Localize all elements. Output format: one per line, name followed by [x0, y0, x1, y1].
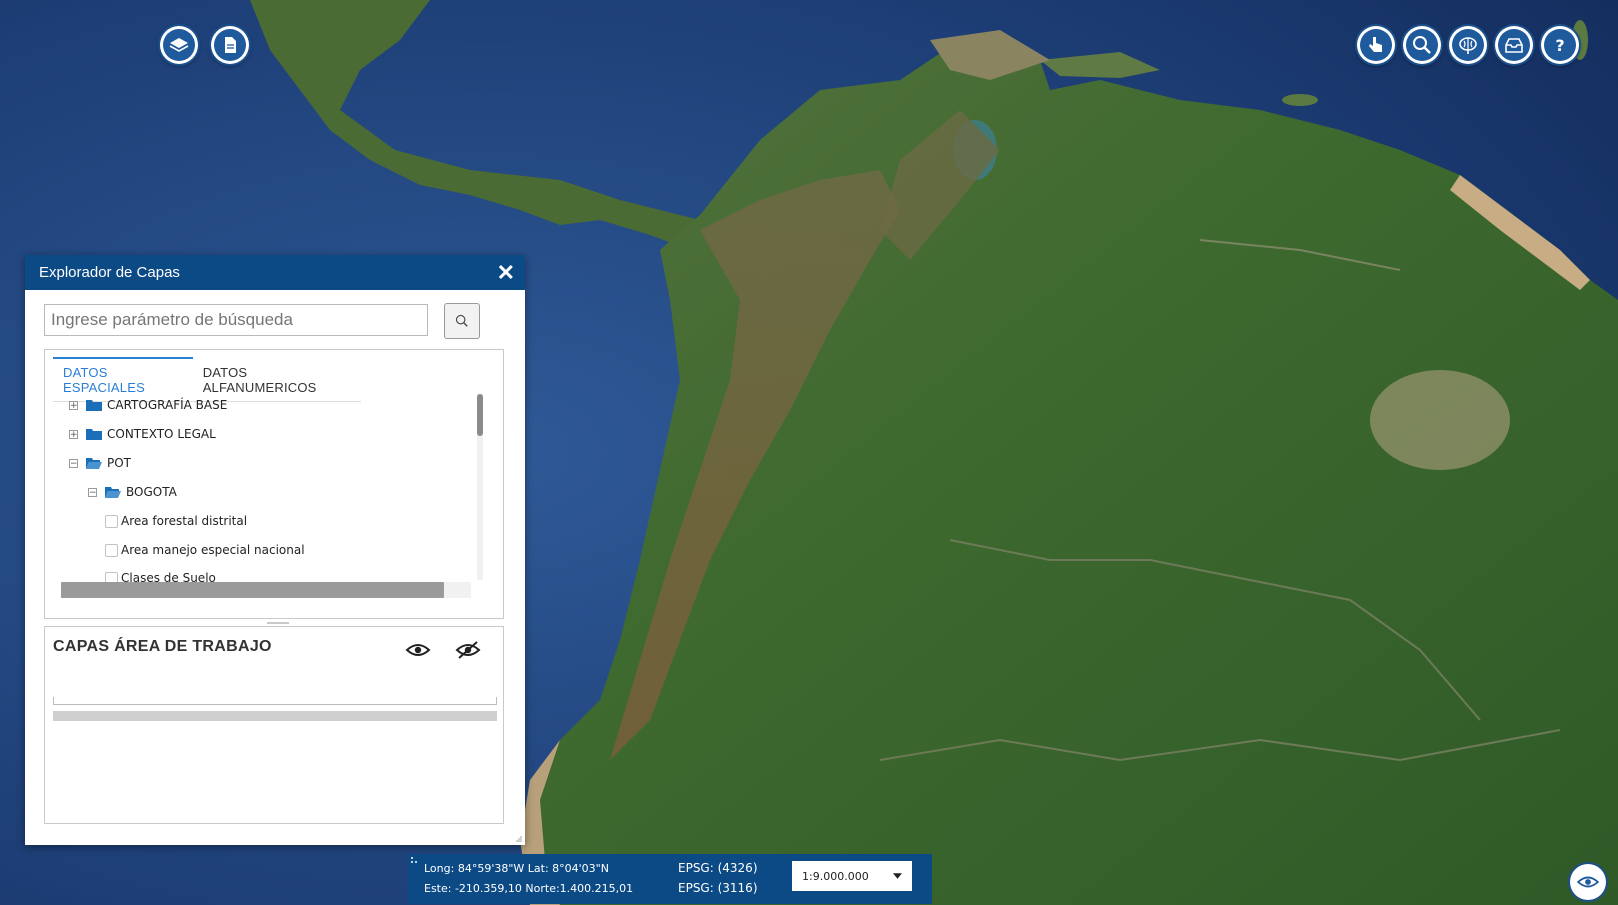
geographic-coordinates: Long: 84°59'38"W Lat: 8°04'03"N	[424, 862, 609, 875]
tree-node-label: CARTOGRAFÍA BASE	[107, 398, 228, 412]
layer-label: Area forestal distrital	[121, 514, 248, 528]
scrollbar-thumb[interactable]	[477, 394, 483, 436]
layer-tree: + CARTOGRAFÍA BASE + CONTEXTO LEGAL − PO…	[45, 390, 485, 582]
epsg-projected: EPSG: (3116)	[678, 881, 758, 895]
folder-open-icon	[105, 487, 121, 498]
layer-checkbox[interactable]	[105, 543, 118, 557]
help-button[interactable]: ?	[1541, 26, 1579, 64]
folder-icon	[86, 400, 102, 411]
layer-search-input[interactable]	[44, 304, 428, 336]
scale-select[interactable]: 1:9.000.000	[792, 861, 912, 891]
tree-node-label: BOGOTA	[126, 485, 177, 499]
search-row	[44, 303, 480, 339]
panel-splitter[interactable]	[267, 622, 289, 624]
search-button[interactable]	[444, 303, 480, 339]
layer-checkbox[interactable]	[105, 571, 118, 582]
inbox-print-icon	[1505, 38, 1523, 53]
expand-icon[interactable]: +	[69, 400, 78, 410]
eye-icon	[1576, 876, 1600, 888]
collapse-icon[interactable]: −	[88, 487, 97, 497]
projected-coordinates: Este: -210.359,10 Norte:1.400.215,01	[424, 882, 634, 895]
panel-title: Explorador de Capas	[39, 264, 180, 281]
expand-icon[interactable]: +	[69, 429, 78, 439]
work-area-scrollbar[interactable]	[53, 711, 497, 721]
print-button[interactable]	[1495, 26, 1533, 64]
drag-handle-icon[interactable]	[410, 856, 420, 866]
epsg-geographic: EPSG: (4326)	[678, 861, 758, 875]
collapse-icon[interactable]: −	[69, 458, 78, 468]
tree-node-label: CONTEXTO LEGAL	[107, 427, 216, 441]
document-button[interactable]	[211, 26, 249, 64]
layer-item[interactable]: Area forestal distrital	[105, 511, 247, 531]
work-area-layers: CAPAS ÁREA DE TRABAJO	[44, 626, 504, 824]
svg-text:?: ?	[1555, 36, 1564, 55]
work-area-title: CAPAS ÁREA DE TRABAJO	[53, 638, 272, 655]
layer-label: Area manejo especial nacional	[121, 543, 305, 557]
folder-icon	[86, 429, 102, 440]
resize-grip-icon[interactable]	[515, 835, 523, 843]
tree-node[interactable]: − POT	[69, 453, 131, 473]
close-icon[interactable]: ✕	[497, 261, 515, 284]
visibility-toggle-button[interactable]	[1570, 864, 1606, 900]
folder-open-icon	[86, 458, 102, 469]
chevron-down-icon	[893, 873, 902, 879]
document-icon	[225, 37, 236, 53]
pointer-hand-icon	[1369, 37, 1382, 52]
tree-node[interactable]: − BOGOTA	[88, 482, 177, 502]
help-icon: ?	[1555, 36, 1564, 55]
search-map-button[interactable]	[1403, 26, 1441, 64]
layer-tree-box: DATOS ESPACIALES DATOS ALFANUMERICOS + C…	[44, 349, 504, 619]
tree-vertical-scrollbar[interactable]	[477, 394, 483, 580]
search-icon	[455, 314, 468, 327]
tree-node-label: POT	[107, 456, 132, 470]
tree-node[interactable]: + CONTEXTO LEGAL	[69, 424, 216, 444]
panel-header: Explorador de Capas ✕	[25, 255, 525, 290]
layers-icon	[169, 38, 189, 52]
show-all-eye-icon[interactable]	[405, 640, 431, 660]
layer-explorer-panel: Explorador de Capas ✕ DATOS ESPACIALES D…	[25, 255, 525, 845]
pointer-button[interactable]	[1357, 26, 1395, 64]
analysis-button[interactable]	[1449, 26, 1487, 64]
tree-horizontal-scrollbar[interactable]	[61, 582, 471, 598]
brain-icon	[1459, 37, 1477, 54]
layer-label: Clases de Suelo	[121, 571, 216, 582]
magnifier-icon	[1413, 36, 1431, 54]
scale-value: 1:9.000.000	[802, 869, 869, 883]
work-area-list	[53, 697, 497, 705]
layer-item[interactable]: Area manejo especial nacional	[105, 540, 305, 560]
layer-item[interactable]: Clases de Suelo	[105, 568, 216, 582]
coordinate-status-bar: Long: 84°59'38"W Lat: 8°04'03"N Este: -2…	[408, 854, 932, 904]
scrollbar-thumb[interactable]	[61, 582, 444, 598]
tree-node[interactable]: + CARTOGRAFÍA BASE	[69, 395, 227, 415]
layers-button[interactable]	[160, 26, 198, 64]
hide-all-eye-slash-icon[interactable]	[455, 640, 481, 660]
layer-checkbox[interactable]	[105, 514, 118, 528]
